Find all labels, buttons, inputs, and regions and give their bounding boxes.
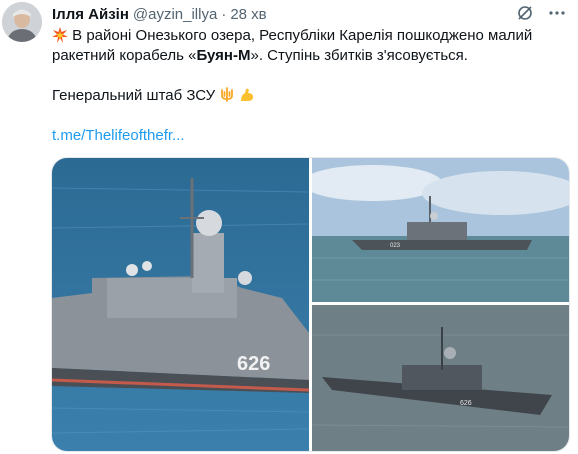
author-name[interactable]: Ілля Айзін bbox=[52, 6, 129, 23]
tweet-line-3: Генеральний штаб ЗСУ bbox=[52, 86, 562, 106]
mute-icon[interactable] bbox=[516, 4, 534, 22]
tweet-line-1: В районі Онезького озера, Республіки Кар… bbox=[52, 26, 562, 46]
tweet-line-2-post: ». Ступінь збитків з'ясовується. bbox=[250, 47, 468, 64]
tweet-header: Ілля Айзін @ayzin_illya · 28 хв bbox=[52, 4, 570, 24]
media-photo-1[interactable]: 626 bbox=[52, 158, 309, 451]
tweet-line-1-text: В районі Онезького озера, Республіки Кар… bbox=[72, 27, 533, 44]
media-photo-3[interactable]: 626 bbox=[312, 305, 569, 451]
hull-number-top: 023 bbox=[390, 243, 401, 249]
tweet-link[interactable]: t.me/Thelifeofthefr... bbox=[52, 126, 562, 146]
media-photo-2[interactable]: 023 bbox=[312, 158, 569, 302]
tweet-text: В районі Онезького озера, Республіки Кар… bbox=[52, 26, 562, 146]
tweet-line-3-text: Генеральний штаб ЗСУ bbox=[52, 87, 216, 104]
media-grid: 626 023 626 bbox=[51, 157, 570, 452]
author-handle[interactable]: @ayzin_illya bbox=[133, 6, 217, 23]
tweet-line-2-pre: ракетний корабель « bbox=[52, 47, 197, 64]
separator-dot: · bbox=[221, 5, 227, 23]
hull-number-main: 626 bbox=[237, 353, 270, 375]
hull-number-bottom: 626 bbox=[460, 400, 472, 407]
trident-emoji bbox=[219, 87, 235, 103]
tweet-card[interactable]: Ілля Айзін @ayzin_illya · 28 хв В районі… bbox=[0, 0, 578, 454]
header-actions bbox=[516, 4, 566, 22]
tweet-line-2: ракетний корабель «Буян-М». Ступінь збит… bbox=[52, 46, 562, 66]
more-icon[interactable] bbox=[548, 4, 566, 22]
flexed-biceps-emoji bbox=[239, 87, 255, 103]
collision-emoji bbox=[52, 27, 68, 43]
ship-name: Буян-М bbox=[196, 47, 251, 64]
avatar[interactable] bbox=[2, 2, 42, 42]
tweet-time[interactable]: 28 хв bbox=[230, 6, 266, 23]
